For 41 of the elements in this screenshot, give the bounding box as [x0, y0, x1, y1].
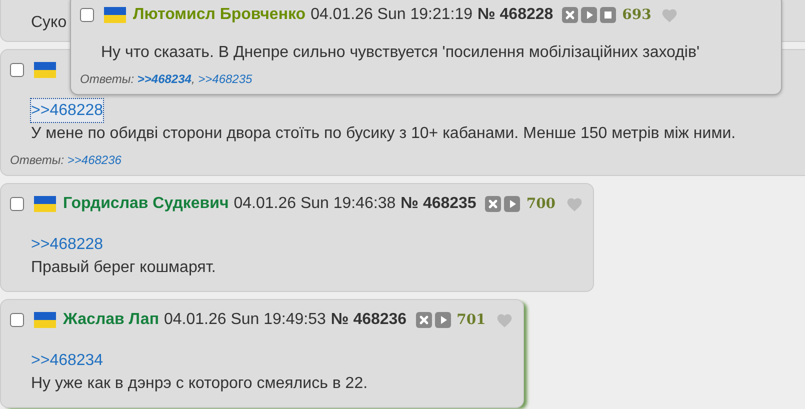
- reply-link[interactable]: >>468235: [198, 72, 252, 86]
- reply-link[interactable]: >>468236: [67, 153, 122, 167]
- post-checkbox[interactable]: [10, 63, 24, 77]
- post-number[interactable]: № 468228: [477, 6, 554, 24]
- replies-label: Ответы:: [80, 72, 134, 86]
- flag-icon: [34, 312, 56, 328]
- post-date: 04.01.26 Sun 19:49:53: [164, 311, 326, 329]
- post-number[interactable]: № 468235: [400, 195, 476, 213]
- post-checkbox[interactable]: [10, 197, 24, 211]
- post-message: Суко: [31, 14, 67, 31]
- close-icon[interactable]: [485, 196, 502, 212]
- quote-link[interactable]: >>468228: [30, 232, 104, 257]
- author-name: Жаслав Лап: [63, 311, 159, 329]
- author-name: Лютомисл Бровченко: [133, 6, 306, 24]
- play-icon[interactable]: [504, 196, 520, 212]
- close-icon[interactable]: [562, 7, 578, 23]
- quote-link[interactable]: >>468228: [30, 98, 104, 123]
- quote-link[interactable]: >>468234: [30, 348, 104, 373]
- reply-link[interactable]: >>468234: [137, 72, 192, 86]
- post-checkbox[interactable]: [10, 313, 24, 327]
- stop-icon[interactable]: [600, 7, 616, 23]
- flag-icon: [104, 7, 126, 23]
- play-icon[interactable]: [434, 312, 451, 328]
- post-message: Ну что сказать. В Днепре сильно чувствуется 'посилення мобілізаційних заходів': [101, 43, 701, 63]
- post-date: 04.01.26 Sun 19:21:19: [310, 6, 472, 24]
- post-date: 04.01.26 Sun 19:46:38: [234, 195, 396, 213]
- post-message: У мене по обидві сторони двора стоїть по бусику з 10+ кабанами. Менше 150 метрів між ними.: [31, 124, 737, 144]
- score-count: 700: [526, 196, 556, 212]
- post-checkbox[interactable]: [80, 8, 94, 22]
- post-message: Правый берег кошмарят.: [31, 258, 217, 278]
- score-count: 693: [622, 7, 652, 23]
- post-message: Ну уже как в дэнрэ с которого смеялись в 22.: [31, 374, 369, 394]
- score-count: 701: [456, 312, 486, 328]
- post-number[interactable]: № 468236: [330, 311, 407, 329]
- flag-icon: [34, 196, 56, 212]
- close-icon[interactable]: [416, 312, 432, 328]
- replies-label: Ответы:: [10, 153, 64, 167]
- play-icon[interactable]: [581, 7, 598, 23]
- author-name: Гордислав Судкевич: [63, 195, 229, 213]
- separator: ,: [191, 72, 195, 86]
- flag-icon: [34, 62, 56, 78]
